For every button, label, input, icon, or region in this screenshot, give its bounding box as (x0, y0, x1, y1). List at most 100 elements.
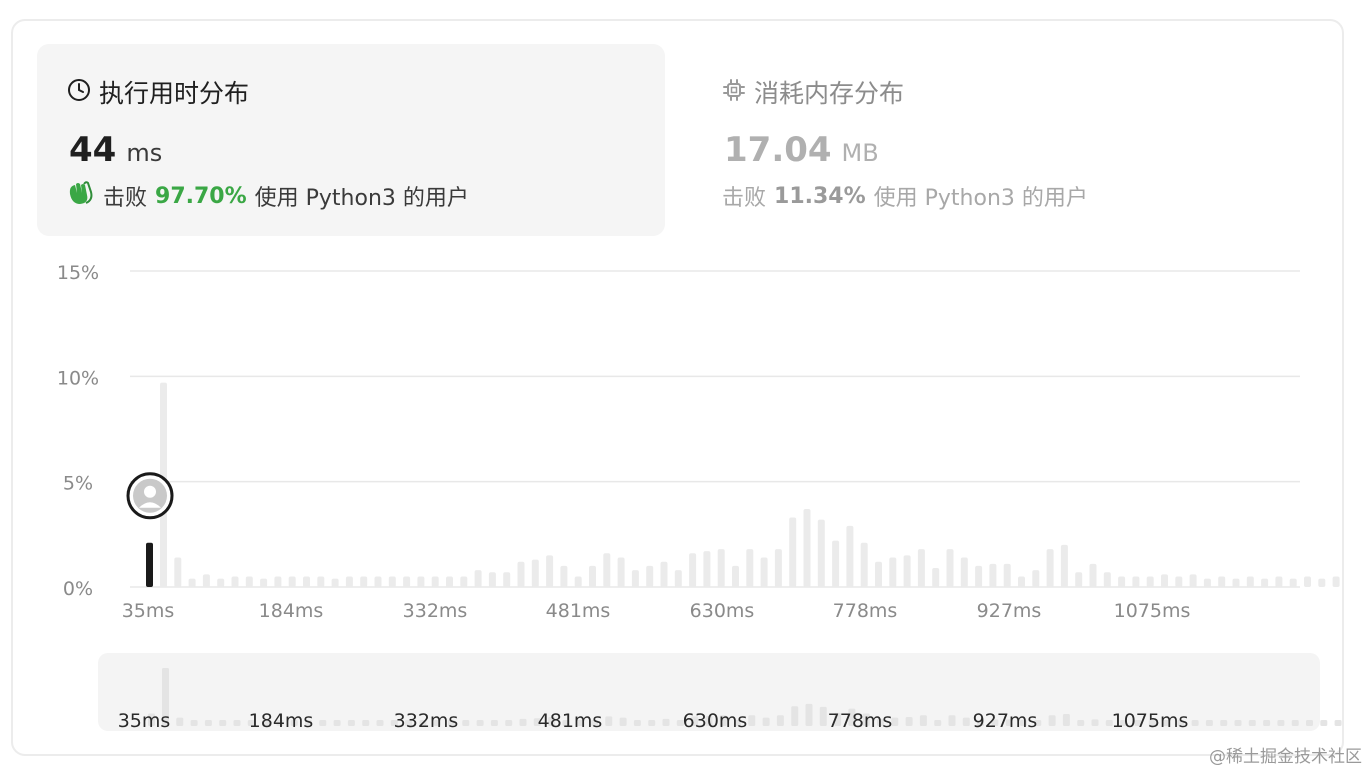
distribution-bar[interactable] (975, 565, 983, 587)
memory-title: 消耗内存分布 (754, 79, 905, 108)
navigator-bar (347, 720, 355, 726)
memory-beat-prefix: 击败 (722, 186, 767, 211)
navigator-tick-label: 1075ms (1112, 710, 1189, 732)
distribution-bar[interactable] (732, 565, 739, 587)
distribution-bar[interactable] (631, 570, 639, 587)
distribution-bar[interactable] (960, 557, 968, 587)
navigator-bar (648, 720, 656, 726)
distribution-bar[interactable] (202, 574, 210, 587)
x-tick-label: 778ms (833, 600, 898, 622)
distribution-bar[interactable] (546, 555, 554, 587)
distribution-bar[interactable] (1075, 572, 1083, 587)
distribution-bar[interactable] (589, 565, 596, 587)
navigator-bar (905, 717, 913, 726)
distribution-bar[interactable] (331, 578, 339, 587)
distribution-bar[interactable] (875, 561, 882, 587)
clock-icon (67, 78, 91, 106)
distribution-bar[interactable] (303, 576, 310, 587)
distribution-bar[interactable] (503, 572, 511, 587)
distribution-bar[interactable] (1189, 574, 1197, 587)
distribution-bar[interactable] (1275, 576, 1283, 587)
distribution-bar[interactable] (660, 561, 668, 587)
distribution-bar[interactable] (1261, 578, 1269, 587)
distribution-bar[interactable] (1089, 563, 1097, 587)
distribution-bar[interactable] (889, 557, 897, 587)
highlight-bar[interactable] (146, 542, 153, 587)
distribution-bar[interactable] (388, 576, 396, 587)
navigator-bar (333, 720, 341, 726)
distribution-bar[interactable] (1304, 576, 1311, 587)
navigator-bar (1263, 720, 1271, 726)
distribution-bar[interactable] (317, 576, 325, 587)
distribution-bar[interactable] (1232, 578, 1240, 587)
distribution-bar[interactable] (531, 559, 539, 587)
distribution-bar[interactable] (360, 576, 368, 587)
distribution-bar[interactable] (789, 517, 797, 587)
y-tick-label: 10% (57, 367, 99, 389)
distribution-bar[interactable] (760, 557, 768, 587)
distribution-bar[interactable] (1161, 574, 1168, 587)
distribution-bar[interactable] (517, 561, 525, 587)
distribution-bar[interactable] (1218, 576, 1226, 587)
tab-memory-distribution[interactable]: 消耗内存分布 17.04 MB 击败 11.34% 使用 Python3 的用户 (700, 44, 1320, 236)
distribution-bar[interactable] (1289, 578, 1297, 587)
distribution-bar[interactable] (774, 549, 782, 587)
distribution-bar[interactable] (231, 576, 239, 587)
distribution-bar[interactable] (946, 549, 954, 587)
distribution-bar[interactable] (1175, 576, 1183, 587)
distribution-bar[interactable] (1003, 563, 1011, 587)
navigator-bar (605, 716, 613, 726)
distribution-bar[interactable] (1018, 576, 1025, 587)
navigator-bar (762, 717, 770, 726)
distribution-bar[interactable] (1332, 576, 1340, 587)
distribution-bar[interactable] (1118, 576, 1126, 587)
distribution-bar[interactable] (1103, 572, 1111, 587)
distribution-bar[interactable] (603, 553, 611, 587)
distribution-bar[interactable] (617, 557, 625, 587)
distribution-bar[interactable] (560, 565, 568, 587)
distribution-bar[interactable] (989, 563, 997, 587)
distribution-bar[interactable] (703, 551, 711, 587)
distribution-bar[interactable] (646, 565, 654, 587)
tab-runtime-distribution[interactable]: 执行用时分布 44 ms 击败 97.70% 使用 Python3 的用户 (37, 44, 665, 236)
distribution-bar[interactable] (1246, 576, 1254, 587)
distribution-bar[interactable] (260, 578, 268, 587)
distribution-bar[interactable] (717, 549, 725, 587)
distribution-bar[interactable] (460, 576, 468, 587)
distribution-bar[interactable] (245, 576, 253, 587)
distribution-bar[interactable] (1203, 578, 1211, 587)
distribution-bar[interactable] (188, 578, 196, 587)
distribution-bar[interactable] (832, 540, 840, 587)
distribution-bar[interactable] (817, 519, 825, 587)
distribution-bar[interactable] (574, 576, 582, 587)
distribution-bar[interactable] (674, 570, 682, 587)
distribution-bar[interactable] (217, 578, 225, 587)
distribution-bar[interactable] (746, 549, 754, 587)
distribution-bar[interactable] (1132, 576, 1140, 587)
distribution-bar[interactable] (1060, 544, 1068, 587)
distribution-bar[interactable] (488, 572, 496, 587)
navigator-bar (948, 715, 956, 726)
distribution-bar[interactable] (474, 570, 482, 587)
distribution-bar[interactable] (345, 576, 353, 587)
distribution-bar[interactable] (288, 576, 296, 587)
distribution-bar[interactable] (1046, 549, 1054, 587)
distribution-bar[interactable] (917, 549, 925, 587)
distribution-bar[interactable] (1146, 576, 1154, 587)
distribution-bar[interactable] (846, 525, 854, 587)
distribution-bar[interactable] (403, 576, 411, 587)
distribution-bar[interactable] (903, 555, 911, 587)
distribution-bar[interactable] (174, 557, 182, 587)
distribution-bar[interactable] (932, 568, 940, 587)
distribution-bar[interactable] (689, 553, 697, 587)
distribution-bar[interactable] (374, 576, 382, 587)
distribution-bar[interactable] (446, 576, 453, 587)
distribution-bar[interactable] (431, 576, 439, 587)
distribution-bar[interactable] (1318, 578, 1326, 587)
distribution-bar[interactable] (274, 576, 282, 587)
distribution-bar[interactable] (860, 542, 868, 587)
distribution-bar[interactable] (417, 576, 425, 587)
navigator-bar (219, 720, 227, 726)
distribution-bar[interactable] (1032, 570, 1040, 587)
distribution-bar[interactable] (803, 509, 811, 587)
